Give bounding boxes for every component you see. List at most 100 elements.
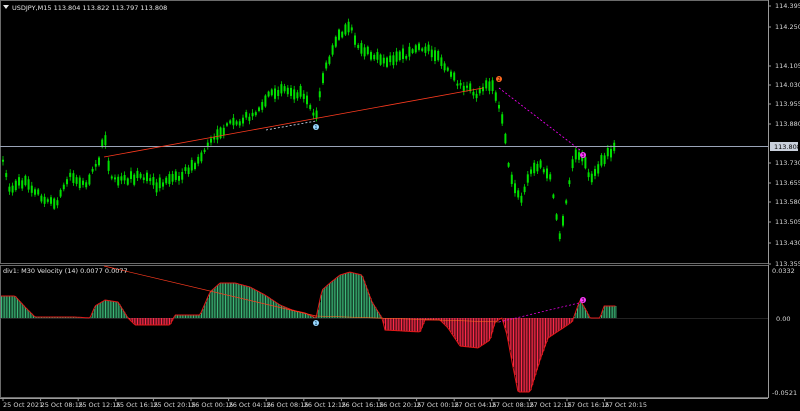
time-axis-label: 27 Oct 00:15: [417, 401, 459, 409]
candle-body: [72, 173, 75, 183]
candle-body: [94, 163, 97, 167]
candle-body: [8, 186, 11, 192]
candle-body: [136, 170, 139, 179]
candle-body: [606, 148, 609, 157]
histogram-bar: [164, 318, 166, 325]
histogram-bar: [143, 318, 145, 325]
time-axis-label: 27 Oct 16:15: [567, 401, 609, 409]
candle-body: [542, 169, 545, 173]
candle-body: [354, 35, 356, 45]
histogram-bar: [455, 318, 457, 340]
histogram-bar: [519, 318, 521, 392]
candle-body: [600, 155, 603, 166]
histogram-bar: [281, 305, 282, 318]
histogram-bar: [409, 318, 410, 332]
price-tick-label: 114.250: [775, 23, 800, 31]
histogram-bar: [604, 306, 606, 318]
histogram-bar: [513, 318, 514, 367]
histogram-bar: [113, 301, 114, 318]
histogram-bar: [220, 283, 222, 318]
histogram-bar: [297, 311, 298, 318]
candle-body: [66, 179, 68, 185]
histogram-bar: [525, 318, 527, 392]
histogram-bar: [418, 318, 420, 332]
histogram-bar: [461, 318, 463, 347]
price-tick-label: 113.580: [775, 198, 800, 206]
candle-body: [434, 50, 436, 61]
histogram-bar: [449, 318, 450, 330]
histogram-bar: [415, 318, 417, 332]
candle-body: [603, 155, 606, 165]
histogram-bar: [468, 318, 470, 347]
candle-body: [299, 85, 302, 97]
candle-body: [443, 63, 446, 71]
histogram-bar: [405, 318, 407, 332]
histogram-bar: [97, 304, 98, 318]
symbol-quote-text: USDJPY,M15 113.804 113.822 113.797 113.8…: [12, 4, 167, 12]
candle-body: [27, 179, 30, 190]
histogram-bar: [465, 318, 466, 347]
histogram-bar: [615, 306, 617, 318]
histogram-bar: [245, 285, 247, 318]
candle-body: [533, 162, 536, 174]
histogram-bar: [276, 302, 278, 318]
histogram-bar: [12, 296, 14, 318]
histogram-bar: [332, 281, 334, 318]
candle-body: [520, 195, 523, 203]
candle-body: [91, 168, 94, 172]
candle-body: [472, 91, 475, 96]
histogram-bar: [263, 294, 265, 318]
histogram-bar: [476, 318, 478, 348]
histogram-bar: [273, 300, 274, 318]
histogram-bar: [388, 318, 390, 331]
time-axis-label: 25 Oct 20:15: [153, 401, 195, 409]
candle-body: [312, 112, 315, 116]
histogram-bar: [402, 318, 404, 332]
candle-body: [389, 55, 392, 63]
candle-body: [411, 49, 414, 53]
candle-body: [478, 88, 481, 94]
candle-body: [587, 172, 590, 178]
histogram-bar: [4, 296, 6, 318]
candle-body: [280, 84, 283, 94]
chart-window[interactable]: 1 2 3 USDJPY,M15 113.804 113.822 113.797…: [0, 0, 800, 411]
candle-body: [82, 180, 84, 185]
current-price-tag: 113.808: [770, 142, 800, 151]
histogram-bar: [210, 291, 212, 318]
histogram-bar: [103, 300, 105, 318]
candle-body: [168, 174, 171, 185]
candle-body: [155, 182, 158, 193]
histogram-bar: [335, 278, 337, 318]
histogram-bar: [549, 318, 551, 337]
candle-body: [395, 51, 398, 62]
candle-body: [357, 44, 360, 49]
candle-body: [200, 152, 203, 162]
candle-body: [114, 177, 116, 180]
indicator-marker-3-label: 3: [581, 298, 584, 304]
candle-body: [37, 189, 40, 195]
candle-body: [504, 133, 507, 144]
histogram-bar: [479, 318, 481, 348]
histogram-bar: [162, 318, 164, 325]
histogram-bar: [612, 306, 614, 318]
candle-body: [11, 185, 14, 193]
candle-body: [418, 43, 420, 50]
candle-body: [110, 176, 113, 179]
histogram-bar: [458, 318, 460, 344]
indicator-marker-1-label: 1: [314, 321, 317, 327]
candle-body: [59, 189, 62, 197]
histogram-bar: [508, 318, 510, 342]
price-tick-label: 114.105: [775, 62, 800, 70]
histogram-bar: [295, 310, 297, 318]
histogram-bar: [247, 286, 249, 318]
price-tick-label: 113.430: [775, 239, 800, 247]
histogram-bar: [229, 283, 231, 318]
candle-body: [267, 91, 270, 97]
histogram-bar: [321, 294, 322, 318]
histogram-bar: [228, 283, 230, 318]
histogram-bar: [327, 285, 329, 318]
histogram-bar: [266, 296, 268, 318]
candle-body: [210, 138, 212, 143]
candle-body: [610, 149, 612, 158]
histogram-bar: [5, 296, 7, 318]
